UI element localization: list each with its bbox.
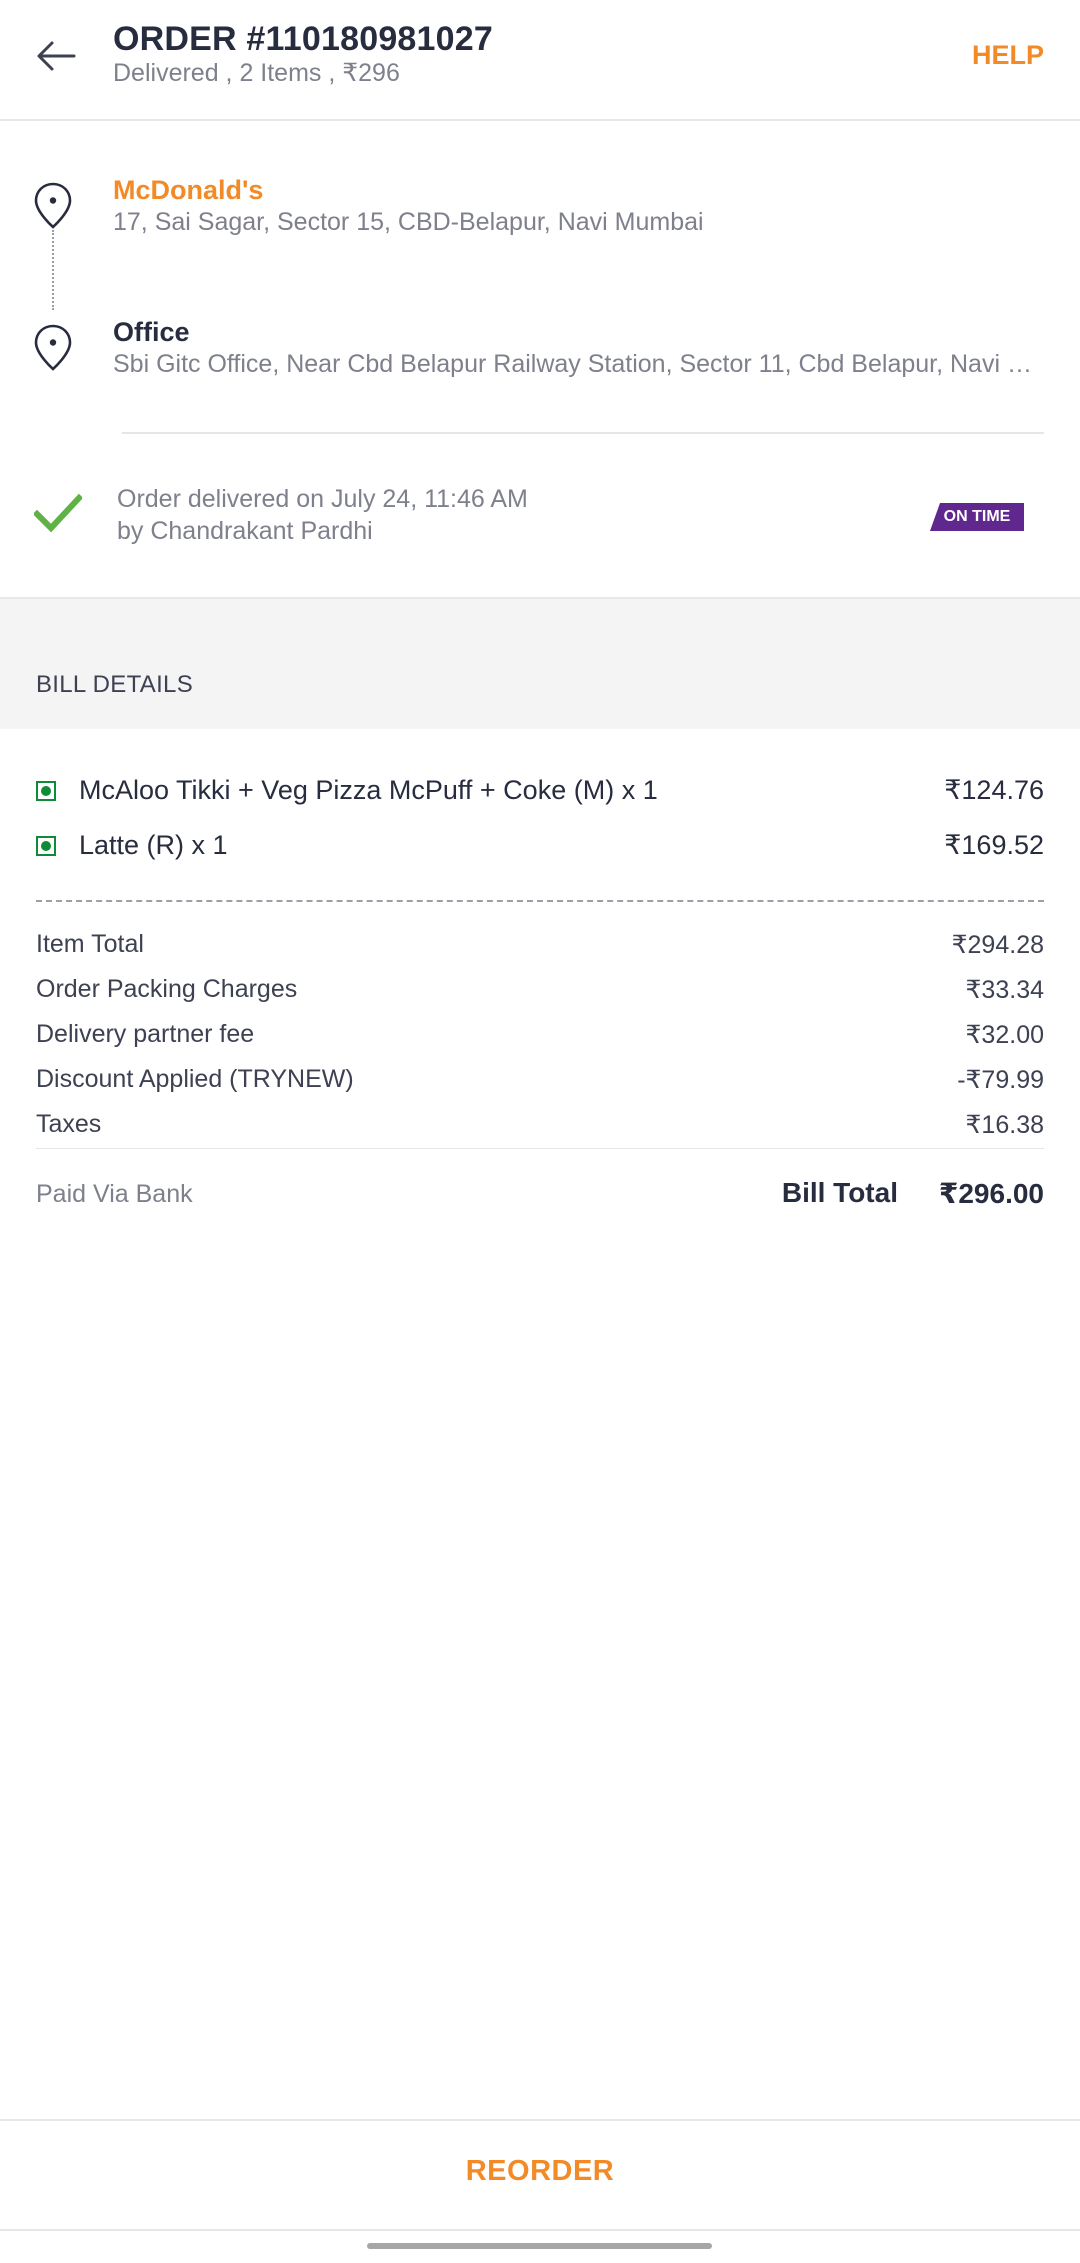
restaurant-address: 17, Sai Sagar, Sector 15, CBD-Belapur, N… — [113, 208, 704, 236]
bill-item-name: McAloo Tikki + Veg Pizza McPuff + Coke (… — [79, 775, 658, 805]
charge-label-item-total: Item Total — [36, 930, 144, 958]
dashed-separator — [36, 900, 1044, 902]
delivery-partner: by Chandrakant Pardhi — [117, 517, 373, 545]
footer-divider — [0, 2229, 1080, 2231]
bill-details-heading: BILL DETAILS — [36, 671, 193, 698]
bill-total-value: ₹296.00 — [938, 1178, 1044, 1209]
charge-value-taxes: ₹16.38 — [965, 1111, 1044, 1139]
divider — [122, 432, 1044, 434]
check-icon — [34, 493, 82, 533]
on-time-badge-label: ON TIME — [943, 508, 1011, 525]
order-header: ORDER #110180981027 Delivered , 2 Items … — [0, 0, 1080, 121]
charge-value-discount: -₹79.99 — [957, 1066, 1044, 1094]
charge-value-packing: ₹33.34 — [965, 976, 1044, 1004]
restaurant-name[interactable]: McDonald's — [113, 175, 263, 206]
divider — [36, 1148, 1044, 1149]
charge-label-taxes: Taxes — [36, 1110, 102, 1138]
help-button[interactable]: HELP — [972, 40, 1044, 71]
bill-item-price: ₹124.76 — [944, 775, 1044, 805]
home-indicator[interactable] — [367, 2243, 712, 2249]
charge-label-delivery-fee: Delivery partner fee — [36, 1020, 255, 1048]
bill-item-name: Latte (R) x 1 — [79, 830, 228, 860]
bill-details-section: BILL DETAILS — [0, 597, 1080, 729]
charge-label-packing: Order Packing Charges — [36, 975, 298, 1003]
veg-icon — [36, 836, 56, 856]
bill-item-price: ₹169.52 — [944, 830, 1044, 860]
order-summary: Delivered , 2 Items , ₹296 — [113, 59, 400, 87]
payment-method: Paid Via Bank — [36, 1180, 193, 1208]
bill-total-label: Bill Total — [781, 1177, 898, 1208]
route-connector — [52, 230, 54, 310]
charge-value-item-total: ₹294.28 — [951, 931, 1044, 959]
charge-label-discount: Discount Applied (TRYNEW) — [36, 1065, 354, 1093]
order-title: ORDER #110180981027 — [113, 20, 493, 58]
on-time-badge: ON TIME — [930, 503, 1024, 531]
back-arrow-icon[interactable] — [34, 34, 78, 78]
charge-value-delivery-fee: ₹32.00 — [965, 1021, 1044, 1049]
destination-address: Sbi Gitc Office, Near Cbd Belapur Railwa… — [113, 350, 1043, 378]
destination-name: Office — [113, 317, 190, 347]
delivery-time: Order delivered on July 24, 11:46 AM — [117, 485, 528, 513]
veg-icon — [36, 781, 56, 801]
location-pin-icon — [34, 324, 72, 371]
reorder-button[interactable]: REORDER — [0, 2121, 1080, 2229]
location-pin-icon — [34, 182, 72, 229]
